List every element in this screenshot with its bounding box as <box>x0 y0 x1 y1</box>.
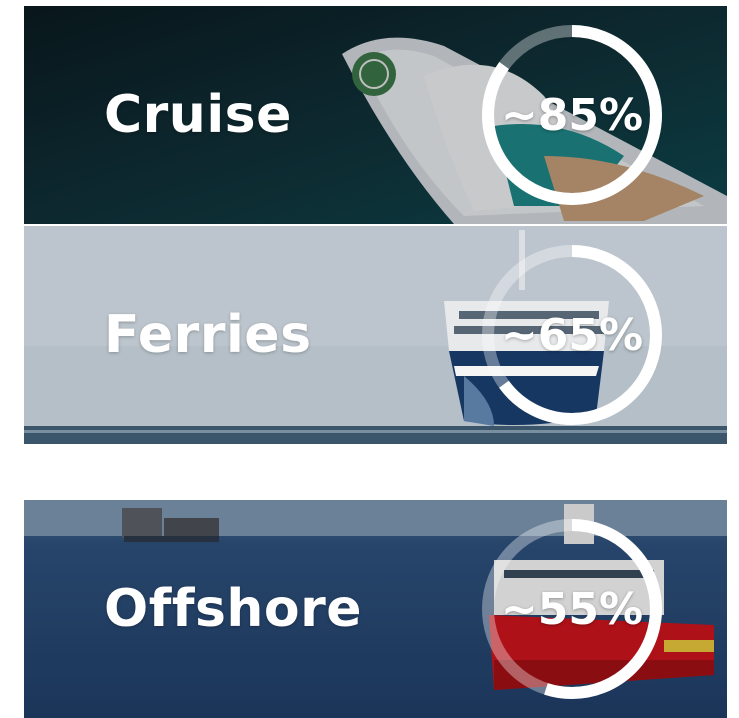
segment-percentage: ~55% <box>500 583 644 635</box>
segment-card-offshore: Offshore ~55% <box>24 500 727 718</box>
segment-label: Ferries <box>104 305 312 365</box>
segment-label: Cruise <box>104 85 292 145</box>
segment-label: Offshore <box>104 579 363 639</box>
segment-percentage: ~85% <box>500 89 644 141</box>
percentage-ring: ~85% <box>480 23 664 207</box>
percentage-ring: ~65% <box>480 243 664 427</box>
percentage-ring: ~55% <box>480 517 664 701</box>
segment-card-cruise: Cruise ~85% <box>24 6 727 224</box>
segment-card-ferries: Ferries ~65% <box>24 226 727 444</box>
segment-percentage: ~65% <box>500 309 644 361</box>
